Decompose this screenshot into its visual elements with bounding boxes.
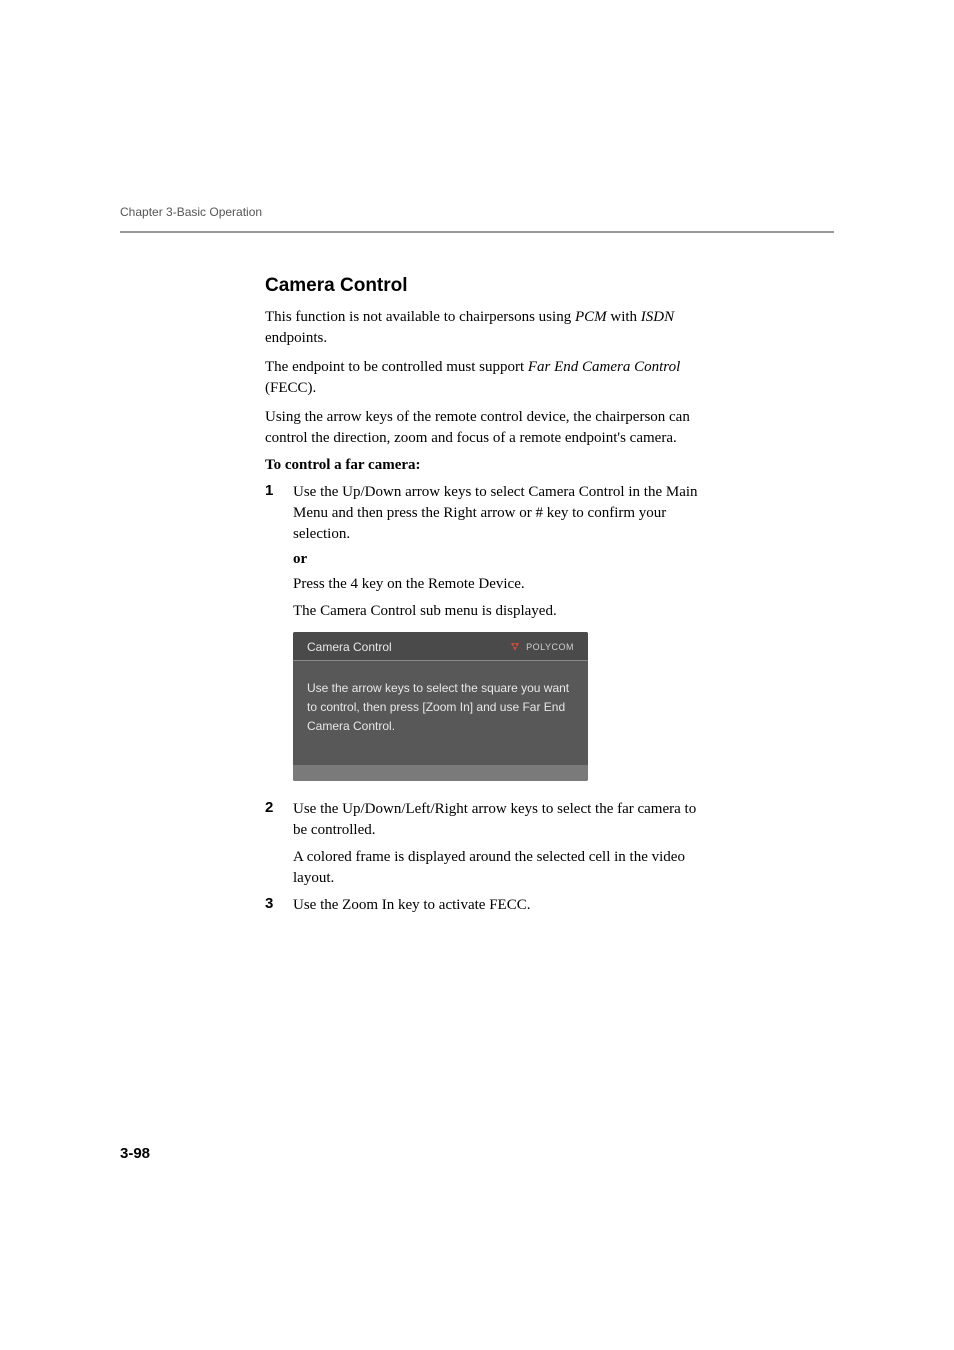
step-row-3: 3 Use the Zoom In key to activate FECC.: [265, 895, 705, 916]
step-number-1: 1: [265, 482, 293, 545]
screenshot-instructions: Use the arrow keys to select the square …: [307, 679, 574, 737]
step-text-1c: The Camera Control sub menu is displayed…: [293, 601, 705, 622]
screenshot-titlebar: Camera Control POLYCOM: [293, 632, 588, 661]
step-text-1a: Use the Up/Down arrow keys to select Cam…: [293, 482, 705, 545]
screenshot-footer: [293, 765, 588, 781]
screenshot-body: Use the arrow keys to select the square …: [293, 661, 588, 765]
content-block: Camera Control This function is not avai…: [265, 275, 705, 916]
step-row-1: 1 Use the Up/Down arrow keys to select C…: [265, 482, 705, 545]
step-or: or: [293, 551, 705, 568]
polycom-logo-text: POLYCOM: [526, 642, 574, 652]
para-2: The endpoint to be controlled must suppo…: [265, 357, 705, 399]
page-number: 3-98: [120, 1145, 150, 1162]
para-1: This function is not available to chairp…: [265, 307, 705, 349]
polycom-logo-icon: [508, 641, 522, 653]
header-rule: [120, 231, 834, 233]
para-3: Using the arrow keys of the remote contr…: [265, 407, 705, 449]
step-number-2: 2: [265, 799, 293, 841]
step-text-2b: A colored frame is displayed around the …: [293, 847, 705, 889]
screenshot-camera-control: Camera Control POLYCOM Use the arrow key…: [293, 632, 588, 781]
section-heading: Camera Control: [265, 275, 705, 297]
polycom-logo: POLYCOM: [508, 641, 574, 653]
chapter-header: Chapter 3-Basic Operation: [120, 205, 834, 219]
screenshot-title: Camera Control: [307, 640, 392, 654]
step-text-2a: Use the Up/Down/Left/Right arrow keys to…: [293, 799, 705, 841]
step-text-1b: Press the 4 key on the Remote Device.: [293, 574, 705, 595]
procedure-title: To control a far camera:: [265, 457, 705, 474]
step-text-3: Use the Zoom In key to activate FECC.: [293, 895, 705, 916]
step-row-2: 2 Use the Up/Down/Left/Right arrow keys …: [265, 799, 705, 841]
step-number-3: 3: [265, 895, 293, 916]
